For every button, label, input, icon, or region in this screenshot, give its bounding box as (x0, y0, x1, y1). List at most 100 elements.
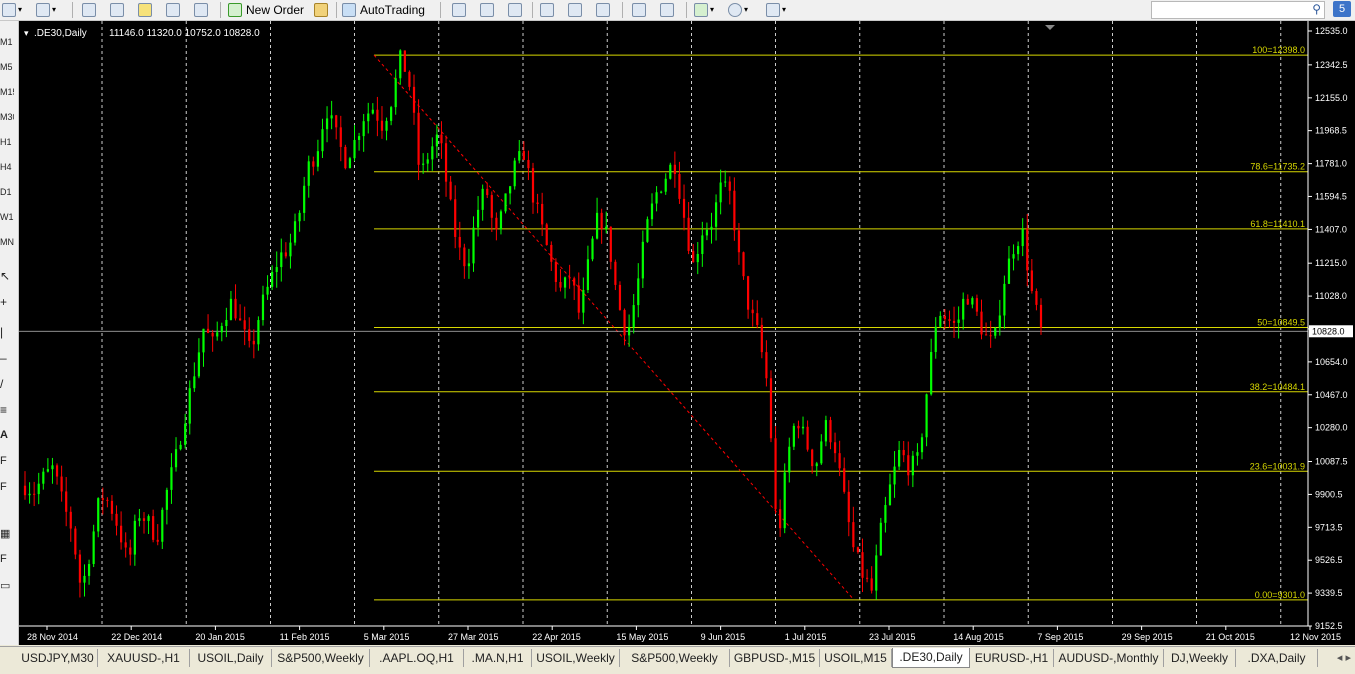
x-tick-label: 12 Nov 2015 (1290, 632, 1341, 642)
candle-body (930, 352, 933, 395)
candle-body (376, 109, 379, 121)
tab-ma-n-h1[interactable]: .MA.N,H1 (464, 649, 532, 667)
y-tick-label: 11028.0 (1315, 291, 1347, 301)
x-tick-label: 11 Feb 2015 (280, 632, 330, 642)
market-watch-button[interactable] (82, 1, 96, 18)
candlestick-button[interactable] (480, 1, 494, 18)
terminal-button[interactable] (166, 1, 180, 18)
candle-body (820, 441, 823, 464)
y-tick-label: 9152.5 (1315, 621, 1343, 631)
candle-body (925, 394, 928, 438)
timeframe-mn[interactable]: MN (0, 237, 14, 247)
text-tool-icon[interactable]: A (0, 429, 14, 441)
price-chart[interactable]: 100=12398.0 78.6=11735.2 61.8=11410.1 50=10… (19, 21, 1355, 645)
candle-body (202, 328, 205, 353)
horizontal-line-tool-icon[interactable]: – (0, 351, 14, 365)
candle-body (467, 263, 471, 267)
line-chart-button[interactable] (508, 1, 522, 18)
tab-dj-weekly[interactable]: DJ,Weekly (1164, 649, 1236, 667)
chart-shift-marker-icon[interactable] (1045, 25, 1055, 30)
x-tick-label: 22 Dec 2014 (111, 632, 162, 642)
cursor-tool-icon[interactable]: ↖ (0, 269, 14, 283)
new-chart-button[interactable]: ▾ (2, 1, 22, 18)
tab-audusd-monthly[interactable]: AUDUSD-,Monthly (1054, 649, 1164, 667)
candle-body (289, 242, 292, 257)
candle-body (74, 528, 77, 555)
tab-usdjpy-m30[interactable]: USDJPY,M30 (18, 649, 98, 667)
channel-tool-icon[interactable]: ≡ (0, 403, 14, 417)
tab-usoil-weekly[interactable]: USOIL,Weekly (532, 649, 620, 667)
fib-level-label: 38.2=10484.1 (1250, 382, 1305, 392)
candle-body (966, 298, 969, 305)
tab-xauusd-h1[interactable]: XAUUSD-,H1 (98, 649, 190, 667)
trendline-tool-icon[interactable]: / (0, 377, 14, 391)
candle-body (811, 449, 814, 467)
tab-de30-daily[interactable]: .DE30,Daily (892, 648, 970, 668)
metaeditor-button[interactable] (314, 1, 328, 18)
crosshair-tool-icon[interactable]: + (0, 295, 14, 309)
profiles-button[interactable]: ▾ (36, 1, 56, 18)
tester-button[interactable] (194, 1, 208, 18)
crosshair-icon (110, 2, 124, 17)
candle-body (838, 453, 841, 469)
periods-button[interactable]: ▾ (728, 1, 748, 18)
indicators-button[interactable]: ▾ (694, 1, 714, 18)
candle-body (124, 542, 127, 548)
shapes-tool-icon[interactable]: ▭ (0, 579, 14, 592)
candle-body (348, 158, 352, 169)
fibo-tool-icon[interactable]: F (0, 455, 14, 467)
favorites-button[interactable] (138, 1, 152, 18)
candle-body (664, 178, 667, 192)
candle-body (586, 259, 590, 291)
candle-body (769, 378, 773, 439)
timeframe-m1[interactable]: M1 (0, 37, 14, 47)
candle-body (875, 555, 878, 591)
timeframe-w1[interactable]: W1 (0, 212, 14, 222)
notification-badge[interactable]: 5 (1333, 1, 1351, 17)
autotrading-button[interactable]: AutoTrading (342, 1, 425, 18)
candle-body (216, 332, 219, 337)
fibo-fan-tool-icon[interactable]: F (0, 481, 14, 493)
chart-shift-button[interactable] (660, 1, 674, 18)
y-tick-label: 9339.5 (1315, 588, 1343, 598)
tab-scroll-arrows[interactable]: ◂ ▸ (1337, 651, 1351, 664)
candle-body (170, 467, 173, 490)
chart-menu-arrow-icon[interactable]: ▾ (24, 28, 29, 38)
autoscroll-button[interactable] (632, 1, 646, 18)
new-order-button[interactable]: New Order (228, 1, 304, 18)
templates-button[interactable]: ▾ (766, 1, 786, 18)
timeframe-d1[interactable]: D1 (0, 187, 14, 197)
vertical-line-tool-icon[interactable]: | (0, 325, 14, 339)
tab-eurusd-h1[interactable]: EURUSD-,H1 (970, 649, 1054, 667)
bar-chart-button[interactable] (452, 1, 466, 18)
candle-body (513, 160, 516, 187)
timeframe-m15[interactable]: M15 (0, 87, 14, 97)
candle-body (46, 469, 49, 472)
tab-s-p500-weekly[interactable]: S&P500,Weekly (620, 649, 730, 667)
search-input[interactable]: ⚲ (1151, 1, 1325, 19)
tab-aapl-oq-h1[interactable]: .AAPL.OQ,H1 (370, 649, 464, 667)
timeframe-h4[interactable]: H4 (0, 162, 14, 172)
tile-windows-button[interactable] (596, 1, 610, 18)
candle-body (303, 185, 306, 213)
tab-dxa-daily[interactable]: .DXA,Daily (1236, 649, 1318, 667)
chart-shift-icon (660, 2, 674, 17)
candle-body (403, 50, 406, 72)
tab-usoil-daily[interactable]: USOIL,Daily (190, 649, 272, 667)
tab-s-p500-weekly[interactable]: S&P500,Weekly (272, 649, 370, 667)
candle-body (179, 444, 182, 450)
timeframe-m5[interactable]: M5 (0, 62, 14, 72)
navigator-button[interactable] (110, 1, 124, 18)
timeframe-m30[interactable]: M30 (0, 112, 14, 122)
chart-window[interactable]: 100=12398.0 78.6=11735.2 61.8=11410.1 50=10… (19, 21, 1355, 645)
candle-body (115, 513, 118, 526)
fibo-arcs-tool-icon[interactable]: F (0, 553, 14, 565)
zoom-in-button[interactable] (540, 1, 554, 18)
timeframe-h1[interactable]: H1 (0, 137, 14, 147)
tab-usoil-m15[interactable]: USOIL,M15 (820, 649, 892, 667)
zoom-out-button[interactable] (568, 1, 582, 18)
tab-gbpusd-m15[interactable]: GBPUSD-,M15 (730, 649, 820, 667)
gann-tool-icon[interactable]: ▦ (0, 527, 14, 540)
autoscroll-icon (632, 2, 646, 17)
candle-body (458, 236, 461, 248)
